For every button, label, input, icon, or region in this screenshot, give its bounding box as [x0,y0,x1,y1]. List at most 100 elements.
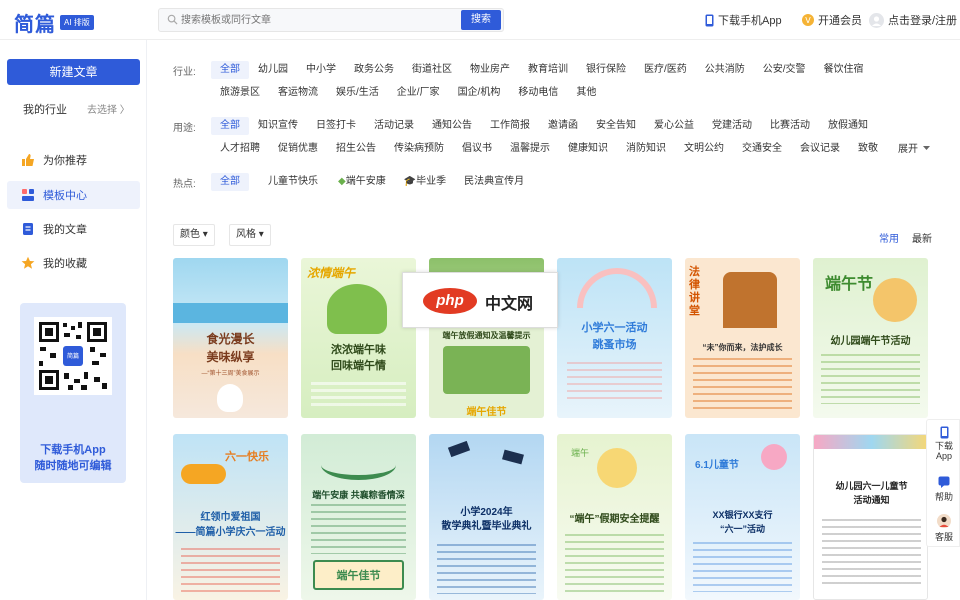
card-body-text [567,362,662,402]
template-card[interactable]: 6.1儿童节 XX银行XX支行 “六一”活动 [685,434,800,600]
style-dropdown[interactable]: 风格 ▾ [229,224,271,246]
avatar-icon [869,12,884,28]
industry-option[interactable]: 银行保险 [577,61,635,79]
usage-option[interactable]: 比赛活动 [761,117,819,135]
industry-option[interactable]: 移动电信 [509,84,567,102]
usage-option[interactable]: 致敬 [849,140,887,158]
hot-option[interactable]: 民法典宣传月 [455,173,533,191]
usage-option[interactable]: 消防知识 [617,140,675,158]
login-link[interactable]: 点击登录/注册 [869,12,957,28]
float-help[interactable]: 帮助 [927,476,960,503]
template-card[interactable]: 六一快乐 红领巾爱祖国 ——简篇小学庆六一活动 [173,434,288,600]
graduation-cap-illustration [502,449,524,465]
usage-option[interactable]: 放假通知 [819,117,877,135]
industry-option[interactable]: 企业/厂家 [388,84,449,102]
usage-option[interactable]: 知识宣传 [249,117,307,135]
template-card[interactable]: 食光漫长 美味纵享 —“第十三周”美食展示 [173,258,288,418]
sidebar-item-template-center[interactable]: 模板中心 [7,181,140,209]
app-promo[interactable]: 简篇 下载手机App 随时随地可编辑 [20,303,126,483]
industry-option[interactable]: 公安/交警 [754,61,815,79]
usage-option[interactable]: 健康知识 [559,140,617,158]
usage-option[interactable]: 促销优惠 [269,140,327,158]
float-download-app[interactable]: 下载 App [927,426,960,461]
sort-latest[interactable]: 最新 [912,230,932,245]
sort-common[interactable]: 常用 [879,230,899,245]
card-title: 幼儿园六一儿童节 活动通知 [835,481,908,505]
usage-option[interactable]: 倡议书 [453,140,501,158]
usage-option[interactable]: 人才招聘 [211,140,269,158]
color-dropdown[interactable]: 颜色 ▾ [173,224,215,246]
template-card[interactable]: 端午 “端午”假期安全提醒 [557,434,672,600]
usage-option[interactable]: 党建活动 [703,117,761,135]
industry-option[interactable]: 医疗/医药 [635,61,696,79]
template-card[interactable]: 端午安康 共襄粽香情深 端午佳节 [301,434,416,600]
card-footer: 端午佳节 [336,570,381,582]
card-badge: 端午节 [825,276,874,293]
usage-option[interactable]: 招生公告 [327,140,385,158]
usage-option[interactable]: 邀请函 [539,117,587,135]
card-body-text [693,358,792,410]
industry-option[interactable]: 其他 [567,84,605,102]
balloon-illustration [761,444,787,470]
sidebar-item-recommend[interactable]: 为你推荐 [7,146,140,174]
sidebar-item-favorites[interactable]: 我的收藏 [7,249,140,277]
hot-option[interactable]: 🎓毕业季 [395,173,455,191]
industry-option[interactable]: 客运物流 [269,84,327,102]
new-article-button[interactable]: 新建文章 [7,59,140,85]
usage-option[interactable]: 交通安全 [733,140,791,158]
usage-option[interactable]: 爱心公益 [645,117,703,135]
logo-text: 简篇 [14,14,56,36]
qr-code: 简篇 [34,317,112,395]
industry-option[interactable]: 全部 [211,61,249,79]
template-card[interactable]: 法律讲堂 “未”你而来，法护成长 [685,258,800,418]
industry-option[interactable]: 娱乐/生活 [327,84,388,102]
industry-option[interactable]: 教育培训 [519,61,577,79]
float-customer-service[interactable]: 客服 [927,514,960,543]
hot-option[interactable]: 儿童节快乐 [259,173,327,191]
usage-option[interactable]: 会议记录 [791,140,849,158]
industry-option[interactable]: 幼儿园 [249,61,297,79]
sidebar-item-label: 模板中心 [43,190,87,202]
choose-industry-link[interactable]: 去选择 〉 [87,101,130,116]
industry-option[interactable]: 旅游景区 [211,84,269,102]
hot-option[interactable]: ◆端午安康 [329,173,395,191]
template-card[interactable]: 小学2024年 散学典礼暨毕业典礼 [429,434,544,600]
card-body-text [437,544,536,594]
usage-option[interactable]: 温馨提示 [501,140,559,158]
template-card[interactable]: 端午节 幼儿园端午节活动 [813,258,928,418]
industry-option[interactable]: 公共消防 [696,61,754,79]
caret-down-icon: ▾ [258,229,264,240]
card-body-text [821,354,920,404]
usage-option[interactable]: 活动记录 [365,117,423,135]
login-label: 点击登录/注册 [888,15,958,27]
usage-option[interactable]: 工作简报 [481,117,539,135]
usage-option[interactable]: 传染病预防 [385,140,453,158]
hot-option[interactable]: 全部 [211,173,249,191]
search-input[interactable] [181,11,461,29]
usage-option[interactable]: 文明公约 [675,140,733,158]
template-card[interactable]: 浓情端午 浓浓端午味 回味端午情 [301,258,416,418]
vip-link[interactable]: V 开通会员 [802,12,862,28]
industry-option[interactable]: 物业房产 [461,61,519,79]
template-card[interactable]: 小学六一活动 跳蚤市场 [557,258,672,418]
search-button[interactable]: 搜索 [461,10,501,30]
industry-option[interactable]: 街道社区 [403,61,461,79]
industry-option[interactable]: 国企/机构 [449,84,510,102]
industry-option[interactable]: 餐饮住宿 [815,61,873,79]
usage-option[interactable]: 全部 [211,117,249,135]
star-icon [21,256,35,269]
hot-option-label: 毕业季 [416,176,447,187]
template-card[interactable]: 幼儿园六一儿童节 活动通知 [813,434,928,600]
expand-button[interactable]: 展开 [898,140,931,155]
industry-option[interactable]: 中小学 [297,61,345,79]
logo[interactable]: 简篇 AI 排版 [14,8,94,37]
float-help-label: 帮助 [934,492,953,502]
usage-option[interactable]: 通知公告 [423,117,481,135]
sidebar-item-my-articles[interactable]: 我的文章 [7,215,140,243]
usage-option[interactable]: 安全告知 [587,117,645,135]
industry-option[interactable]: 政务公务 [345,61,403,79]
download-app-link[interactable]: 下载手机App [705,12,782,28]
card-badge: 浓情端午 [307,266,356,280]
usage-option[interactable]: 日签打卡 [307,117,365,135]
industry-filter-row: 行业: 全部 幼儿园 中小学 政务公务 街道社区 物业房产 教育培训 银行保险 … [173,61,873,79]
